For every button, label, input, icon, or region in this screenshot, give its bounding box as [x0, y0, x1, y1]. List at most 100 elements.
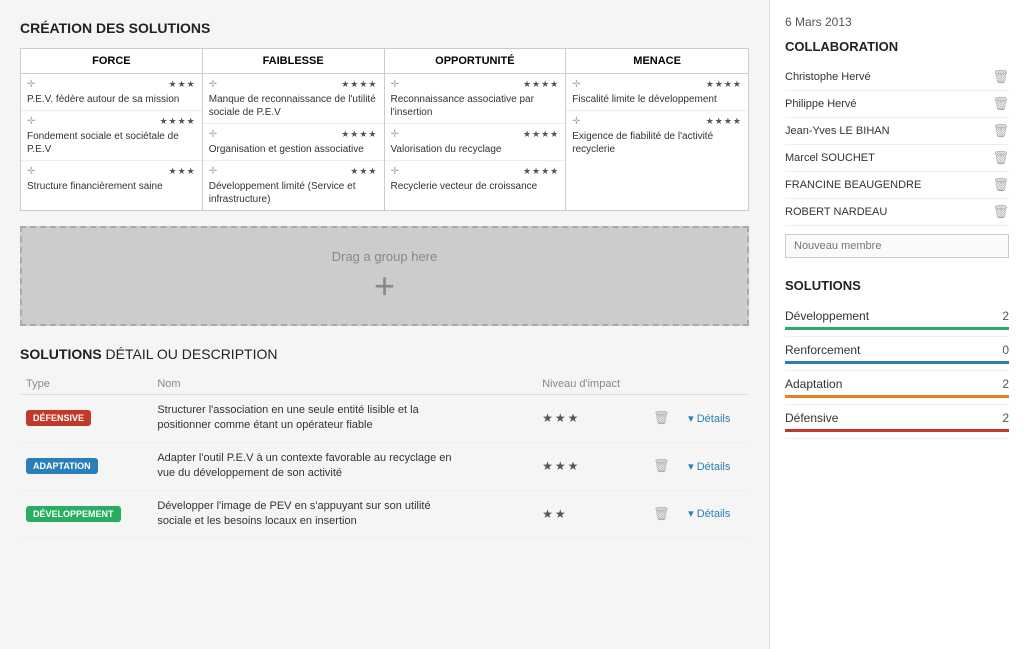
- name-cell: Adapter l'outil P.E.V à un contexte favo…: [151, 442, 536, 490]
- trash-icon[interactable]: 🗑: [992, 177, 1009, 193]
- badge-cell: DÉVELOPPEMENT: [20, 490, 151, 538]
- details-cell[interactable]: ▾ Détails: [682, 395, 749, 443]
- badge-adaptation: ADAPTATION: [26, 458, 98, 474]
- badge-developpement: DÉVELOPPEMENT: [26, 506, 121, 522]
- swot-item[interactable]: ✛ ★★★ Développement limité (Service et i…: [203, 161, 384, 210]
- solution-bar-green: [785, 327, 1009, 330]
- sidebar: 6 Mars 2013 COLLABORATION Christophe Her…: [769, 0, 1024, 649]
- swot-item-text: Recyclerie vecteur de croissance: [391, 181, 538, 192]
- solution-name: Adapter l'outil P.E.V à un contexte favo…: [157, 451, 457, 482]
- collaboration-title: COLLABORATION: [785, 39, 1009, 54]
- creation-section-title: CRÉATION DES SOLUTIONS: [20, 20, 749, 36]
- drag-handle-icon[interactable]: ✛: [27, 165, 35, 178]
- swot-item-text: Fondement sociale et sociétale de P.E.V: [27, 131, 179, 155]
- trash-cell[interactable]: 🗑: [647, 490, 682, 538]
- drag-handle-icon[interactable]: ✛: [27, 115, 35, 128]
- trash-icon[interactable]: 🗑: [992, 69, 1009, 85]
- main-content: CRÉATION DES SOLUTIONS FORCE ✛ ★★★ P.E.V…: [0, 0, 769, 649]
- stars: ★★★: [169, 166, 196, 178]
- member-name: Christophe Hervé: [785, 71, 871, 83]
- collab-member: Christophe Hervé 🗑: [785, 64, 1009, 91]
- swot-item-text: Exigence de fiabilité de l'activité recy…: [572, 131, 713, 155]
- solution-label: Adaptation: [785, 377, 842, 391]
- swot-item[interactable]: ✛ ★★★★ Fiscalité limite le développement: [566, 74, 748, 111]
- drag-handle-icon[interactable]: ✛: [572, 115, 580, 128]
- swot-item[interactable]: ✛ ★★★★ Valorisation du recyclage: [385, 124, 566, 161]
- drag-handle-icon[interactable]: ✛: [572, 78, 580, 91]
- trash-icon[interactable]: 🗑: [653, 410, 670, 425]
- swot-item-text: Valorisation du recyclage: [391, 144, 502, 155]
- solutions-detail-title-sub: DÉTAIL OU DESCRIPTION: [102, 346, 278, 362]
- trash-icon[interactable]: 🗑: [653, 458, 670, 473]
- drag-group-zone[interactable]: Drag a group here +: [20, 226, 749, 326]
- swot-col-opportunite: OPPORTUNITÉ ✛ ★★★★ Reconnaissance associ…: [385, 49, 567, 210]
- swot-item[interactable]: ✛ ★★★ Structure financièrement saine: [21, 161, 202, 197]
- impact-stars: ★★★: [542, 411, 580, 425]
- swot-grid: FORCE ✛ ★★★ P.E.V. fédère autour de sa m…: [20, 48, 749, 211]
- details-cell[interactable]: ▾ Détails: [682, 490, 749, 538]
- collab-member: Jean-Yves LE BIHAN 🗑: [785, 118, 1009, 145]
- col-header-nom: Nom: [151, 374, 536, 395]
- solution-row-wrapper: Renforcement 0: [785, 337, 1009, 371]
- drag-handle-icon[interactable]: ✛: [27, 78, 35, 91]
- drag-handle-icon[interactable]: ✛: [209, 165, 217, 178]
- swot-header-faiblesse: FAIBLESSE: [203, 49, 384, 74]
- details-cell[interactable]: ▾ Détails: [682, 442, 749, 490]
- swot-item[interactable]: ✛ ★★★★ Fondement sociale et sociétale de…: [21, 111, 202, 161]
- solution-name: Développer l'image de PEV en s'appuyant …: [157, 499, 457, 530]
- drag-handle-icon[interactable]: ✛: [391, 78, 399, 91]
- trash-icon[interactable]: 🗑: [992, 150, 1009, 166]
- solution-row-wrapper: Adaptation 2: [785, 371, 1009, 405]
- swot-item[interactable]: ✛ ★★★★ Exigence de fiabilité de l'activi…: [566, 111, 748, 160]
- stars: ★★★★: [706, 79, 742, 91]
- solutions-sidebar-title: SOLUTIONS: [785, 278, 1009, 293]
- solutions-detail-title: SOLUTIONS DÉTAIL OU DESCRIPTION: [20, 346, 749, 362]
- trash-cell[interactable]: 🗑: [647, 395, 682, 443]
- drag-handle-icon[interactable]: ✛: [391, 165, 399, 178]
- swot-item-text: P.E.V. fédère autour de sa mission: [27, 94, 179, 105]
- solution-count: 2: [1002, 377, 1009, 391]
- details-link[interactable]: ▾ Détails: [688, 461, 730, 473]
- collab-member: ROBERT NARDEAU 🗑: [785, 199, 1009, 226]
- swot-item-text: Manque de reconnaissance de l'utilité so…: [209, 94, 376, 118]
- swot-col-faiblesse: FAIBLESSE ✛ ★★★★ Manque de reconnaissanc…: [203, 49, 385, 210]
- solutions-detail-title-main: SOLUTIONS: [20, 346, 102, 362]
- swot-item[interactable]: ✛ ★★★ P.E.V. fédère autour de sa mission: [21, 74, 202, 111]
- solution-count: 2: [1002, 309, 1009, 323]
- swot-item[interactable]: ✛ ★★★★ Recyclerie vecteur de croissance: [385, 161, 566, 197]
- solution-bar-blue: [785, 361, 1009, 364]
- trash-icon[interactable]: 🗑: [653, 506, 670, 521]
- swot-item-text: Structure financièrement saine: [27, 181, 163, 192]
- solution-count: 0: [1002, 343, 1009, 357]
- member-name: Philippe Hervé: [785, 98, 857, 110]
- trash-cell[interactable]: 🗑: [647, 442, 682, 490]
- col-header-impact: Niveau d'impact: [536, 374, 647, 395]
- swot-item-text: Fiscalité limite le développement: [572, 94, 717, 105]
- drag-handle-icon[interactable]: ✛: [209, 78, 217, 91]
- swot-item-text: Développement limité (Service et infrast…: [209, 181, 356, 205]
- collab-member: Marcel SOUCHET 🗑: [785, 145, 1009, 172]
- stars: ★★★: [169, 79, 196, 91]
- trash-icon[interactable]: 🗑: [992, 96, 1009, 112]
- solutions-table: Type Nom Niveau d'impact DÉFENSIVE Struc…: [20, 374, 749, 538]
- swot-item[interactable]: ✛ ★★★★ Reconnaissance associative par l'…: [385, 74, 566, 124]
- new-member-input[interactable]: [785, 234, 1009, 258]
- details-link[interactable]: ▾ Détails: [688, 413, 730, 425]
- table-row: DÉVELOPPEMENT Développer l'image de PEV …: [20, 490, 749, 538]
- swot-col-force: FORCE ✛ ★★★ P.E.V. fédère autour de sa m…: [21, 49, 203, 210]
- trash-icon[interactable]: 🗑: [992, 123, 1009, 139]
- drag-handle-icon[interactable]: ✛: [391, 128, 399, 141]
- trash-icon[interactable]: 🗑: [992, 204, 1009, 220]
- drag-handle-icon[interactable]: ✛: [209, 128, 217, 141]
- drag-zone-label: Drag a group here: [332, 249, 438, 264]
- collaboration-section: COLLABORATION Christophe Hervé 🗑 Philipp…: [785, 39, 1009, 258]
- table-row: DÉFENSIVE Structurer l'association en un…: [20, 395, 749, 443]
- table-row: ADAPTATION Adapter l'outil P.E.V à un co…: [20, 442, 749, 490]
- solution-bar-orange: [785, 395, 1009, 398]
- solution-label: Renforcement: [785, 343, 860, 357]
- swot-item[interactable]: ✛ ★★★★ Manque de reconnaissance de l'uti…: [203, 74, 384, 124]
- swot-item[interactable]: ✛ ★★★★ Organisation et gestion associati…: [203, 124, 384, 161]
- details-link[interactable]: ▾ Détails: [688, 508, 730, 520]
- solutions-sidebar: SOLUTIONS Développement 2 Renforcement 0…: [785, 278, 1009, 439]
- stars: ★★★★: [159, 116, 195, 128]
